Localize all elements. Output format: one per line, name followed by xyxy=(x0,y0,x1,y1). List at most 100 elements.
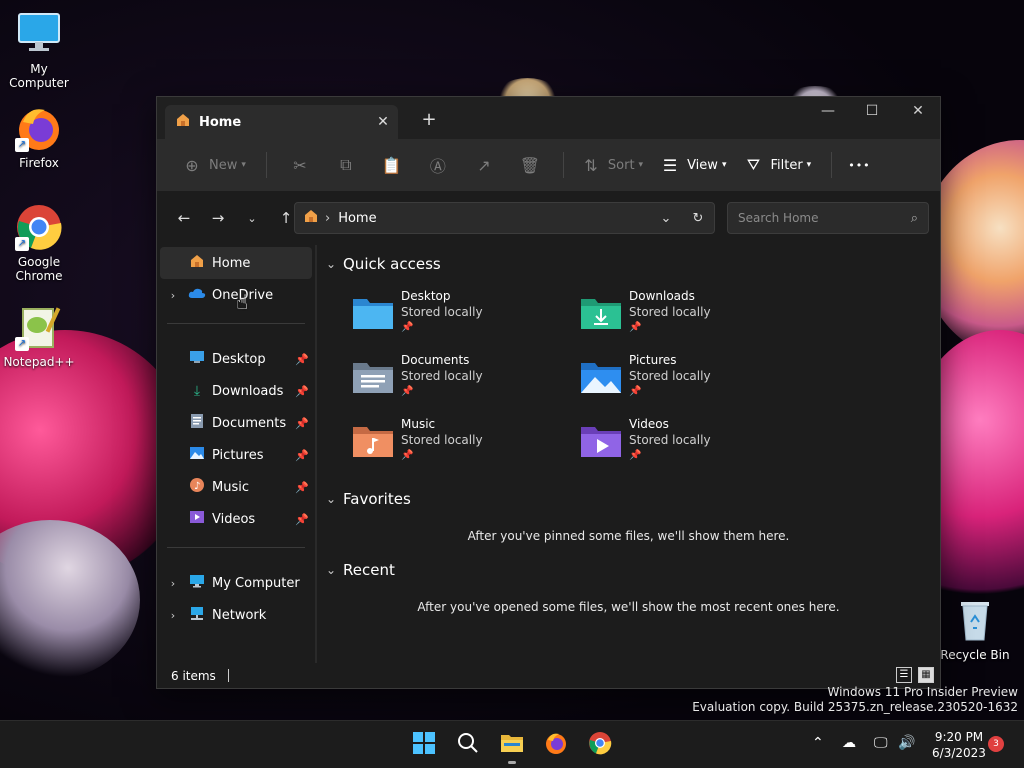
expand-chevron-icon[interactable]: › xyxy=(160,289,186,302)
search-icon: ⌕ xyxy=(910,210,918,226)
filter-button[interactable]: ⛛ Filter ▾ xyxy=(736,148,817,182)
search-taskbar-button[interactable] xyxy=(452,729,484,761)
pin-icon[interactable]: 📌 xyxy=(292,513,312,526)
system-clock[interactable]: 9:20 PM 6/3/2023 xyxy=(925,729,993,761)
recycle-bin-icon xyxy=(951,596,999,644)
share-icon[interactable]: ↗ xyxy=(461,156,507,175)
recent-empty-message: After you've opened some files, we'll sh… xyxy=(417,600,840,614)
view-button[interactable]: ☰ View ▾ xyxy=(653,148,732,182)
chevron-down-icon: ⌄ xyxy=(325,492,337,506)
copy-icon[interactable]: ⧉ xyxy=(323,155,369,175)
desktop-folder-icon xyxy=(186,350,208,368)
new-label: New xyxy=(209,157,238,173)
pin-icon[interactable]: 📌 xyxy=(292,449,312,462)
sidebar-item-label: Documents xyxy=(212,415,287,431)
firefox-taskbar-button[interactable] xyxy=(540,729,572,761)
search-box[interactable]: ⌕ xyxy=(727,202,929,234)
forward-arrow-icon[interactable]: → xyxy=(201,209,235,227)
details-view-icon[interactable]: ☰ xyxy=(896,667,912,683)
sidebar-item-home[interactable]: Home xyxy=(160,247,312,279)
quick-access-item-desktop[interactable]: Desktop Stored locally 📌 xyxy=(351,287,561,343)
new-tab-button[interactable]: + xyxy=(419,109,439,130)
pin-icon[interactable]: 📌 xyxy=(292,481,312,494)
sidebar-item-label: Home xyxy=(212,255,251,271)
item-name: Pictures xyxy=(629,353,677,367)
pin-icon: 📌 xyxy=(401,322,414,333)
search-input[interactable] xyxy=(738,211,911,225)
desktop-icon-label: Recycle Bin xyxy=(940,648,1010,662)
sidebar-item-label: Desktop xyxy=(212,351,266,367)
delete-icon[interactable]: 🗑 xyxy=(507,156,553,175)
quick-access-item-documents[interactable]: Documents Stored locally 📌 xyxy=(351,351,561,407)
chrome-icon xyxy=(588,731,612,760)
title-bar[interactable]: Home ✕ + — ☐ ✕ xyxy=(157,97,940,139)
sidebar-item-my-computer[interactable]: › My Computer xyxy=(160,567,312,599)
desktop-icon-firefox[interactable]: ↗ Firefox xyxy=(0,104,78,170)
quick-access-header[interactable]: ⌄ Quick access xyxy=(323,255,441,273)
sidebar-item-documents[interactable]: Documents 📌 xyxy=(160,407,312,439)
pin-icon[interactable]: 📌 xyxy=(292,417,312,430)
item-name: Documents xyxy=(401,353,470,367)
address-bar[interactable]: › Home ⌄ ↻ xyxy=(294,202,715,234)
expand-chevron-icon[interactable]: › xyxy=(160,577,186,590)
file-explorer-taskbar-button[interactable] xyxy=(496,729,528,764)
volume-icon[interactable]: 🔊 xyxy=(898,735,915,751)
sidebar-item-music[interactable]: ♪ Music 📌 xyxy=(160,471,312,503)
desktop-icon-notepad-plus-plus[interactable]: ↗ Notepad++ xyxy=(0,303,78,369)
view-label: View xyxy=(687,157,718,173)
back-arrow-icon[interactable]: ← xyxy=(167,209,201,227)
notification-badge[interactable]: 3 xyxy=(988,736,1004,752)
sidebar-item-downloads[interactable]: ⤓ Downloads 📌 xyxy=(160,375,312,407)
show-hidden-icons-chevron-icon[interactable]: ⌃ xyxy=(812,735,824,751)
music-folder-icon xyxy=(351,423,395,459)
desktop-icon-google-chrome[interactable]: ↗ Google Chrome xyxy=(0,203,78,283)
maximize-button[interactable]: ☐ xyxy=(858,103,886,125)
sidebar-item-videos[interactable]: Videos 📌 xyxy=(160,503,312,535)
pin-icon[interactable]: 📌 xyxy=(292,353,312,366)
favorites-header[interactable]: ⌄ Favorites xyxy=(323,490,411,508)
quick-access-item-pictures[interactable]: Pictures Stored locally 📌 xyxy=(579,351,789,407)
tab-home[interactable]: Home ✕ xyxy=(165,105,398,139)
sidebar-divider xyxy=(167,323,305,324)
tab-close-icon[interactable]: ✕ xyxy=(368,114,398,130)
minimize-button[interactable]: — xyxy=(814,103,842,125)
more-options-button[interactable]: ••• xyxy=(842,148,876,182)
expand-chevron-icon[interactable]: › xyxy=(160,609,186,622)
section-title: Favorites xyxy=(343,490,411,508)
tiles-view-icon[interactable]: ▦ xyxy=(918,667,934,683)
cloud-offline-icon[interactable]: ☁ xyxy=(842,735,856,751)
item-status: Stored locally xyxy=(401,369,483,383)
sidebar-item-desktop[interactable]: Desktop 📌 xyxy=(160,343,312,375)
close-window-button[interactable]: ✕ xyxy=(904,103,932,125)
refresh-icon[interactable]: ↻ xyxy=(682,211,714,226)
sidebar-item-label: OneDrive xyxy=(212,287,274,303)
sort-button[interactable]: ⇅ Sort ▾ xyxy=(574,148,649,182)
rename-icon[interactable]: Ⓐ xyxy=(415,153,461,177)
toolbar-divider xyxy=(562,152,564,178)
sidebar-divider xyxy=(167,547,305,548)
recent-locations-chevron-icon[interactable]: ⌄ xyxy=(235,212,269,225)
quick-access-item-videos[interactable]: Videos Stored locally 📌 xyxy=(579,415,789,471)
cut-icon[interactable]: ✂ xyxy=(277,156,323,175)
desktop-icon-my-computer[interactable]: My Computer xyxy=(0,10,78,90)
chevron-down-icon: ⌄ xyxy=(325,563,337,577)
pin-icon[interactable]: 📌 xyxy=(292,385,312,398)
sort-icon: ⇅ xyxy=(584,155,598,175)
paste-icon[interactable]: 📋 xyxy=(369,156,415,175)
recent-header[interactable]: ⌄ Recent xyxy=(323,561,395,579)
start-button[interactable] xyxy=(408,729,440,761)
sidebar-item-pictures[interactable]: Pictures 📌 xyxy=(160,439,312,471)
item-count: 6 items xyxy=(171,668,216,683)
sidebar-item-network[interactable]: › Network xyxy=(160,599,312,631)
sidebar-item-label: Network xyxy=(212,607,267,623)
address-dropdown-chevron-icon[interactable]: ⌄ xyxy=(650,211,682,226)
breadcrumb-current[interactable]: Home xyxy=(338,211,650,226)
new-button[interactable]: ⊕ New ▾ xyxy=(175,148,252,182)
quick-access-item-downloads[interactable]: Downloads Stored locally 📌 xyxy=(579,287,789,343)
favorites-empty-message: After you've pinned some files, we'll sh… xyxy=(467,529,790,543)
status-divider xyxy=(227,669,229,682)
chrome-taskbar-button[interactable] xyxy=(584,729,616,761)
desktop-icon-recycle-bin[interactable]: Recycle Bin xyxy=(936,596,1014,662)
quick-access-item-music[interactable]: Music Stored locally 📌 xyxy=(351,415,561,471)
network-status-icon[interactable]: 🖵 xyxy=(874,735,888,751)
